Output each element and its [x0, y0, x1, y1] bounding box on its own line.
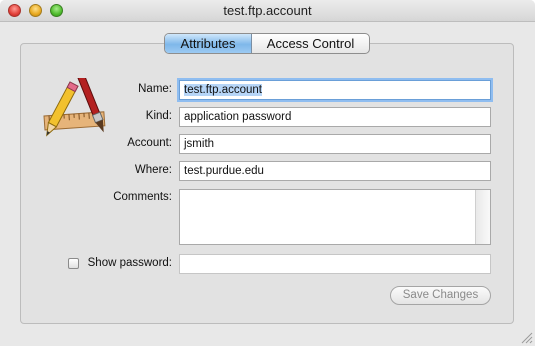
tab-attributes[interactable]: Attributes: [165, 34, 252, 53]
name-value: test.ftp.account: [184, 84, 262, 96]
where-label: Where:: [134, 164, 172, 176]
name-label: Name:: [138, 83, 172, 95]
save-changes-button[interactable]: Save Changes: [390, 286, 491, 305]
kind-field[interactable]: application password: [179, 107, 491, 127]
password-field[interactable]: [179, 254, 491, 274]
name-field[interactable]: test.ftp.account: [179, 80, 491, 100]
show-password-label[interactable]: Show password:: [52, 257, 172, 269]
comments-textarea[interactable]: [179, 189, 491, 245]
comments-scrollbar[interactable]: [475, 190, 490, 244]
where-field[interactable]: test.purdue.edu: [179, 161, 491, 181]
tab-access-control[interactable]: Access Control: [252, 34, 369, 53]
kind-label: Kind:: [145, 110, 172, 122]
account-label: Account:: [127, 137, 172, 149]
account-field[interactable]: jsmith: [179, 134, 491, 154]
window-title: test.ftp.account: [223, 3, 312, 18]
title-bar[interactable]: test.ftp.account: [0, 0, 535, 22]
resize-grip-icon[interactable]: [519, 330, 533, 344]
comments-label: Comments:: [113, 191, 172, 203]
keychain-item-window: test.ftp.account Attributes Access Contr…: [0, 0, 535, 346]
tab-bar: Attributes Access Control: [164, 33, 370, 54]
